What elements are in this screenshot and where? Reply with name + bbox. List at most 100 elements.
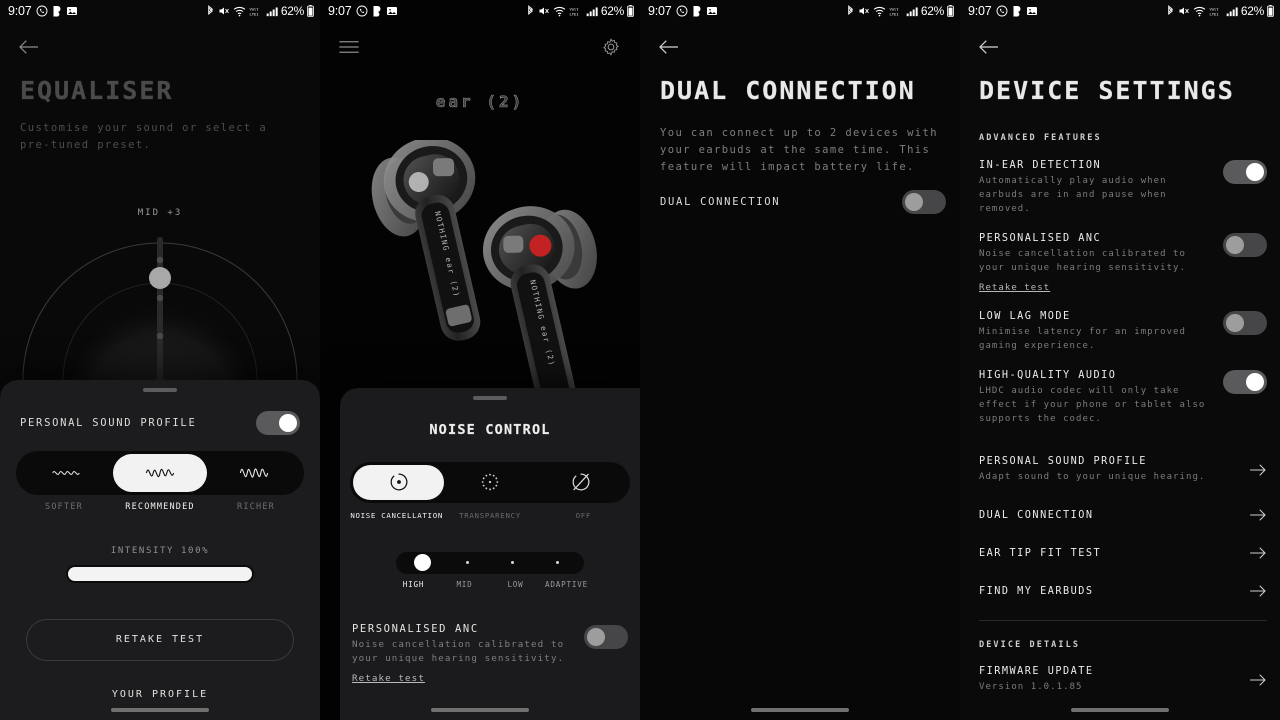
nav-description: Adapt sound to your unique hearing. (979, 472, 1206, 482)
back-button[interactable] (654, 32, 684, 62)
preset-label-recommended: RECOMMENDED (125, 501, 195, 512)
back-arrow-icon (978, 38, 1000, 56)
personal-sound-profile-label: PERSONAL SOUND PROFILE (20, 416, 197, 429)
wifi-icon (873, 6, 886, 17)
mode-noise-cancellation[interactable] (353, 464, 445, 500)
panel1-top-nav (0, 30, 320, 64)
preset-option-recommended[interactable] (113, 453, 207, 492)
status-battery-text: 62% (600, 4, 624, 18)
gesture-bar[interactable] (640, 708, 960, 712)
mode-label-noise-cancellation: NOISE CANCELLATION (350, 510, 444, 520)
back-button[interactable] (974, 32, 1004, 62)
menu-button[interactable] (334, 32, 364, 62)
panel-dual-connection: 9:07 Volt LTE1 62% DUAL CONNECTION You c… (640, 0, 960, 720)
intensity-slider[interactable] (66, 564, 254, 583)
high-quality-audio-toggle[interactable] (1223, 370, 1267, 394)
anc-off-icon (572, 473, 590, 491)
status-bar: 9:07 Volt LTE1 62% (320, 0, 640, 22)
chevron-right-icon (1249, 546, 1267, 560)
sheet-grabber[interactable] (143, 388, 177, 392)
setting-text: IN-EAR DETECTION Automatically play audi… (979, 160, 1215, 216)
battery-icon (627, 5, 634, 17)
gear-icon (602, 38, 620, 56)
signal-icon (1226, 6, 1238, 17)
personalised-anc-retake-link[interactable]: Retake test (352, 673, 425, 684)
status-time: 9:07 (648, 4, 672, 18)
mute-icon (858, 5, 870, 17)
preset-option-richer[interactable] (207, 454, 301, 492)
setting-in-ear-detection[interactable]: IN-EAR DETECTION Automatically play audi… (979, 160, 1267, 216)
nav-ear-tip-fit-test[interactable]: EAR TIP FIT TEST (979, 546, 1267, 560)
setting-description: Automatically play audio when earbuds ar… (979, 176, 1167, 214)
setting-title: PERSONALISED ANC (979, 233, 1102, 244)
anc-level-slider[interactable] (396, 551, 584, 574)
app-icon (692, 5, 702, 17)
in-ear-detection-toggle[interactable] (1223, 160, 1267, 184)
setting-personalised-anc[interactable]: PERSONALISED ANC Noise cancellation cali… (979, 233, 1267, 294)
setting-description: Minimise latency for an improved gaming … (979, 327, 1186, 351)
personal-sound-profile-toggle[interactable] (256, 410, 300, 435)
signal-icon (906, 6, 918, 17)
settings-button[interactable] (596, 32, 626, 62)
toggle-knob (587, 627, 605, 646)
personalised-anc-title: PERSONALISED ANC (352, 622, 479, 635)
preset-option-softer[interactable] (19, 454, 113, 492)
status-bar: 9:07 Volt LTE1 62% (640, 0, 960, 22)
nav-title: FIND MY EARBUDS (979, 585, 1094, 597)
mode-transparency[interactable] (444, 465, 535, 500)
retake-test-link[interactable]: Retake test (979, 283, 1050, 293)
signal-icon (266, 6, 278, 17)
anc-level-dot (510, 560, 515, 565)
svg-text:LTE1: LTE1 (569, 12, 578, 16)
gesture-bar[interactable] (320, 708, 640, 712)
setting-title: HIGH-QUALITY AUDIO (979, 370, 1117, 381)
status-bar-right: Volt LTE1 62% (846, 4, 954, 18)
status-bar-right: Volt LTE1 62% (526, 4, 634, 18)
anc-icon (390, 473, 408, 491)
anc-level-stop-high[interactable] (400, 554, 445, 571)
setting-low-lag-mode[interactable]: LOW LAG MODE Minimise latency for an imp… (979, 311, 1267, 353)
chevron-right-icon (1249, 673, 1267, 687)
panel-device-settings: 9:07 Volt LTE1 62% DEVICE SETTINGS ADVAN… (960, 0, 1280, 720)
noise-mode-segmented-control[interactable] (350, 461, 630, 503)
sheet-grabber[interactable] (473, 396, 507, 400)
page-title: EQUALISER (20, 76, 174, 105)
mode-off[interactable] (536, 465, 627, 500)
low-lag-mode-toggle[interactable] (1223, 311, 1267, 335)
personalised-anc-text: PERSONALISED ANC Noise cancellation cali… (352, 623, 576, 685)
battery-icon (1267, 5, 1274, 17)
personalised-anc-toggle[interactable] (584, 624, 628, 649)
anc-level-stop-adaptive[interactable] (535, 560, 580, 565)
gesture-bar[interactable] (0, 708, 320, 712)
back-arrow-icon (18, 38, 40, 56)
your-profile-link[interactable]: YOUR PROFILE (0, 689, 320, 700)
nav-find-my-earbuds[interactable]: FIND MY EARBUDS (979, 584, 1267, 598)
retake-test-button[interactable]: RETAKE TEST (26, 618, 294, 661)
nav-firmware-update[interactable]: FIRMWARE UPDATE Version 1.0.1.85 (979, 666, 1267, 694)
anc-level-stop-low[interactable] (490, 560, 535, 565)
personalised-anc-toggle[interactable] (1223, 233, 1267, 257)
setting-high-quality-audio[interactable]: HIGH-QUALITY AUDIO LHDC audio codec will… (979, 370, 1267, 426)
anc-level-stop-mid[interactable] (445, 560, 490, 565)
preset-segmented-control[interactable] (16, 450, 304, 495)
volte-icon: Volt LTE1 (889, 6, 903, 17)
nav-personal-sound-profile[interactable]: PERSONAL SOUND PROFILE Adapt sound to yo… (979, 456, 1267, 484)
svg-text:LTE1: LTE1 (1209, 12, 1218, 16)
gesture-bar[interactable] (960, 708, 1280, 712)
status-bar-left: 9:07 (8, 4, 78, 18)
dual-connection-toggle[interactable] (902, 190, 946, 214)
setting-title: IN-EAR DETECTION (979, 160, 1102, 171)
dual-connection-label: DUAL CONNECTION (660, 196, 781, 208)
status-time: 9:07 (8, 4, 32, 18)
gesture-bar-pill (1071, 708, 1169, 712)
back-button[interactable] (14, 32, 44, 62)
anc-level-dot (555, 560, 560, 565)
app-icon (372, 5, 382, 17)
bluetooth-icon (1166, 5, 1175, 17)
status-battery-text: 62% (280, 4, 304, 18)
nav-dual-connection[interactable]: DUAL CONNECTION (979, 508, 1267, 522)
preset-labels: SOFTER RECOMMENDED RICHER (16, 502, 304, 512)
panel1-header: EQUALISER Customise your sound or select… (20, 78, 300, 154)
nav-title: EAR TIP FIT TEST (979, 547, 1102, 559)
bluetooth-icon (526, 5, 535, 17)
